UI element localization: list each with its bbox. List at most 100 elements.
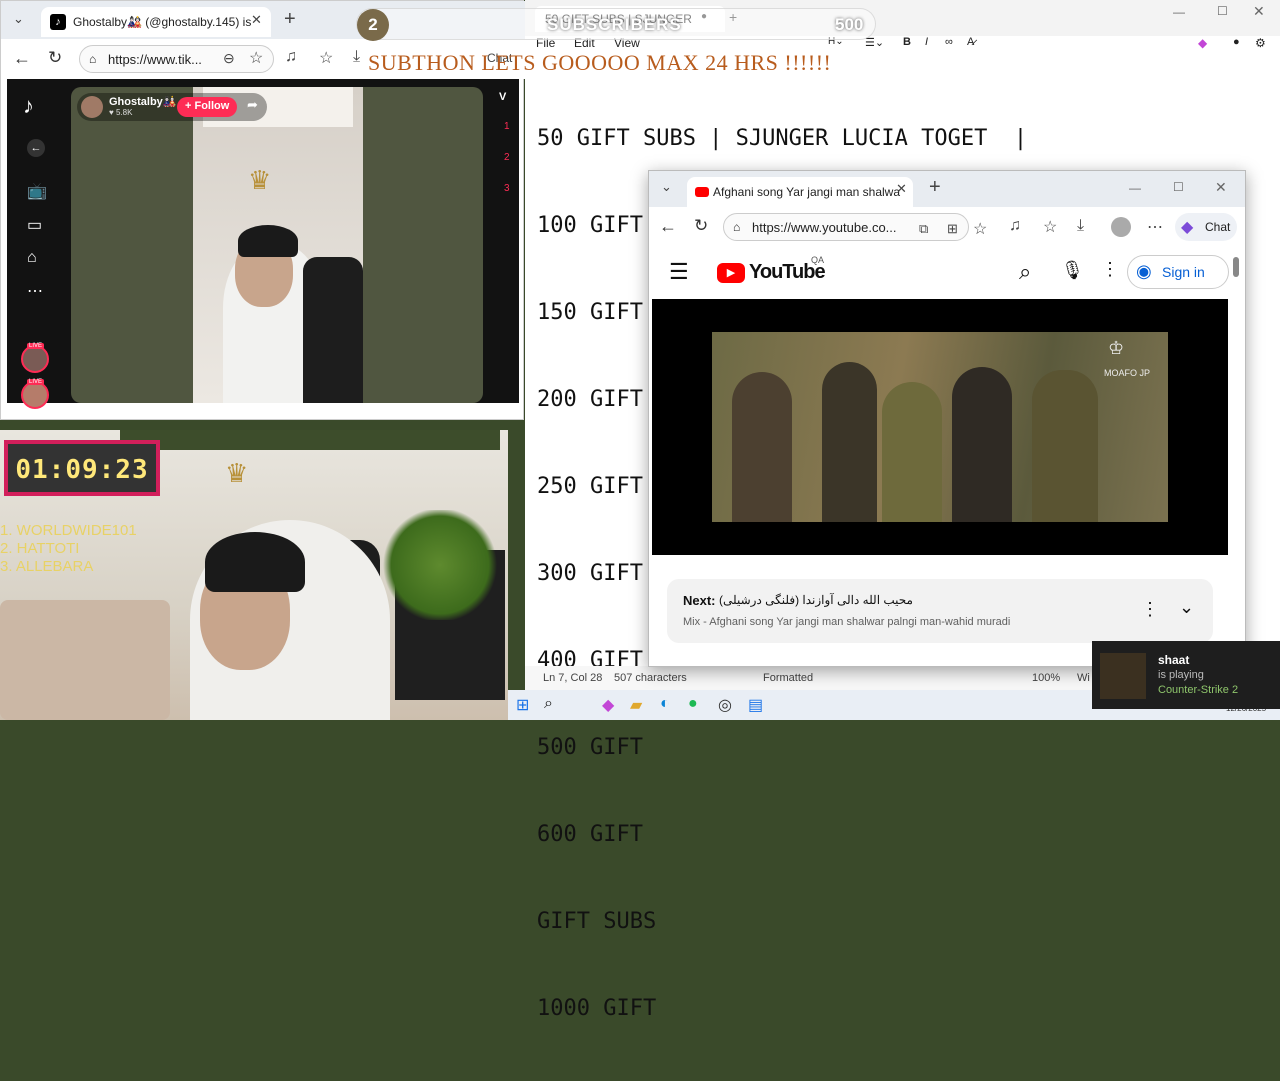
minimize-icon[interactable]: — (1129, 181, 1141, 195)
gaming-chair (303, 257, 363, 403)
tiktok-live-video[interactable]: ♛ Ghostalby🎎 ♥ 5.8K + Follow ➦ (71, 87, 483, 403)
chat-button[interactable]: ◆ Chat (1175, 213, 1237, 241)
sign-in-label: Sign in (1162, 264, 1205, 280)
notepad-icon[interactable]: ▤ (748, 695, 763, 715)
dancer (882, 382, 942, 522)
live-tv-icon[interactable]: 📺 (27, 181, 47, 201)
subthon-banner: SUBTHON LETS GOOOOO MAX 24 HRS !!!!!! (368, 50, 832, 75)
italic-icon[interactable]: I (925, 36, 928, 48)
search-icon[interactable]: ⌕ (1019, 259, 1031, 285)
close-tab-icon[interactable]: ✕ (251, 12, 262, 28)
dancer (732, 372, 792, 522)
download-icon[interactable]: ⤓ (1077, 217, 1084, 235)
youtube-video-player[interactable]: ♔ MOAFO JP (652, 299, 1228, 555)
microphone-icon[interactable]: 🎙 (1061, 260, 1084, 281)
maximize-icon[interactable]: ☐ (1217, 4, 1228, 18)
spotify-icon[interactable]: ● (688, 695, 698, 713)
side-panel-rank: 2 (504, 152, 510, 163)
media-icon[interactable]: ♫ (1009, 217, 1021, 235)
more-vert-icon[interactable]: ⋮ (1101, 259, 1119, 280)
live-avatar[interactable] (21, 345, 49, 373)
live-badge: LIVE (27, 379, 45, 385)
tab-list-icon[interactable]: ⌄ (661, 179, 672, 195)
zoom-icon[interactable]: ⊖ (223, 50, 235, 67)
search-icon[interactable]: ⌕ (544, 695, 553, 713)
tiktok-tab-title: Ghostalby🎎 (@ghostalby.145) is (73, 15, 252, 29)
tiktok-tab[interactable]: ♪ Ghostalby🎎 (@ghostalby.145) is (41, 7, 271, 37)
list-icon[interactable]: ☰⌄ (865, 36, 884, 49)
copilot-icon[interactable]: ◆ (602, 695, 614, 715)
chevron-down-icon[interactable]: ⌄ (1179, 597, 1194, 618)
up-next-card[interactable]: Next: محیب الله دالی آوازندا (فلنگی درشی… (667, 579, 1213, 643)
clear-format-icon[interactable]: A̷ (967, 36, 974, 48)
steam-notification[interactable]: shaat is playing Counter-Strike 2 (1092, 641, 1280, 709)
char-count: 507 characters (614, 672, 687, 684)
edge-browser-icon[interactable]: ◐ (660, 695, 670, 713)
favorites-icon[interactable]: ☆ (1043, 217, 1057, 237)
download-icon[interactable]: ⤓ (353, 48, 360, 66)
extensions-icon[interactable]: ⧉ (919, 221, 928, 237)
back-arrow-icon[interactable]: ← (27, 139, 45, 157)
copilot-icon[interactable]: ◆ (1198, 36, 1207, 50)
site-info-icon: ⌂ (733, 220, 741, 234)
back-icon[interactable]: ← (13, 48, 31, 69)
like-count: ♥ 5.8K (109, 108, 133, 117)
more-vert-icon[interactable]: ⋮ (1141, 599, 1159, 620)
bold-icon[interactable]: B (903, 36, 911, 48)
tiktok-page: ♪ ← 📺 ▭ ⌂ ⋯ LIVE LIVE ♛ Ghostalby🎎 ♥ 5.8… (7, 79, 519, 409)
back-icon[interactable]: ← (659, 216, 677, 237)
obs-icon[interactable]: ◎ (718, 695, 732, 715)
follow-button[interactable]: + Follow (177, 97, 238, 117)
scrollbar-thumb[interactable] (1233, 257, 1239, 277)
live-avatar[interactable] (21, 381, 49, 409)
close-icon[interactable]: ✕ (1253, 3, 1265, 20)
youtube-tab[interactable]: Afghani song Yar jangi man shalwa (687, 177, 913, 207)
new-tab-icon[interactable]: + (929, 176, 941, 199)
close-tab-icon[interactable]: ✕ (896, 181, 907, 197)
beanie (205, 532, 305, 592)
leaderboard-entry: 2. HATTOTI (0, 540, 80, 557)
leaderboard-entry: 1. WORLDWIDE101 (0, 522, 137, 539)
more-icon[interactable]: ⋯ (27, 281, 43, 301)
next-title: محیب الله دالی آوازندا (فلنگی درشیلی) (719, 593, 913, 607)
file-explorer-icon[interactable]: ▰ (630, 695, 642, 715)
tiktok-url-field[interactable]: ⌂ https://www.tik... (79, 45, 274, 73)
favorite-star-icon[interactable]: ☆ (973, 219, 987, 239)
camera-icon[interactable]: ▭ (27, 215, 42, 235)
favorites-icon[interactable]: ☆ (319, 48, 333, 68)
maximize-icon[interactable]: ☐ (1173, 180, 1184, 194)
close-icon[interactable]: ✕ (1215, 179, 1227, 196)
chandelier-icon: ♛ (248, 165, 272, 195)
youtube-browser-window: ⌄ Afghani song Yar jangi man shalwa ✕ + … (648, 170, 1246, 667)
refresh-icon[interactable]: ↻ (694, 216, 708, 236)
menu-hamburger-icon[interactable]: ☰ (669, 259, 689, 285)
account-icon[interactable]: ● (1233, 36, 1240, 48)
new-tab-icon[interactable]: + (284, 8, 296, 31)
favorite-star-icon[interactable]: ☆ (249, 48, 263, 68)
text-line: 600 GIFT (537, 822, 643, 847)
creator-name[interactable]: Ghostalby🎎 (109, 95, 176, 108)
share-icon[interactable]: ➦ (247, 97, 258, 113)
profile-avatar[interactable] (1111, 217, 1131, 237)
more-icon[interactable]: ⋯ (1147, 217, 1163, 237)
region-code: QA (811, 255, 825, 265)
youtube-play-icon: ▶ (717, 263, 745, 283)
text-line: 1000 GIFT (537, 996, 657, 1021)
refresh-icon[interactable]: ↻ (48, 48, 62, 68)
youtube-tab-title: Afghani song Yar jangi man shalwa (713, 185, 901, 199)
home-icon[interactable]: ⌂ (27, 249, 37, 267)
link-icon[interactable]: ∞ (945, 36, 953, 48)
tab-list-icon[interactable]: ⌄ (13, 11, 24, 27)
next-subtitle: Mix - Afghani song Yar jangi man shalwar… (683, 616, 1011, 628)
settings-gear-icon[interactable]: ⚙ (1255, 36, 1266, 50)
sofa (0, 600, 170, 720)
apps-icon[interactable]: ⊞ (947, 221, 958, 237)
minimize-icon[interactable]: — (1173, 5, 1185, 19)
windows-start-icon[interactable]: ⊞ (516, 695, 529, 715)
sign-in-button[interactable]: ◉ Sign in (1127, 255, 1229, 289)
cursor-position: Ln 7, Col 28 (543, 672, 603, 684)
tiktok-logo-icon[interactable]: ♪ (23, 93, 34, 119)
avatar[interactable] (81, 96, 103, 118)
youtube-url-field[interactable]: ⌂ https://www.youtube.co... (723, 213, 969, 241)
media-icon[interactable]: ♫ (285, 48, 297, 66)
